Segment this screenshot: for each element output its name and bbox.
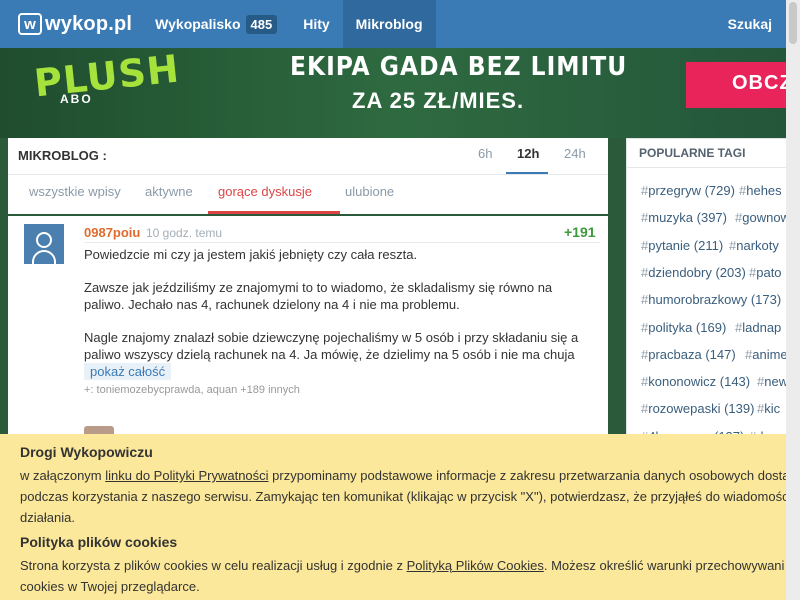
tag-label: muzyka (397) (648, 210, 727, 226)
tag-label: ladnap (742, 319, 782, 335)
tag-label: new (764, 374, 789, 390)
avatar-body-shape (32, 250, 56, 264)
logo-text: wykop.pl (45, 12, 133, 35)
nav-hity-label: Hity (303, 16, 330, 32)
popular-tags-panel: POPULARNE TAGI #przegryw (729) #hehes #muz… (626, 138, 800, 498)
header-divider (8, 174, 608, 175)
vote-count-button[interactable]: +191 (564, 224, 596, 240)
tag-label: anime (752, 346, 788, 362)
tag-label: pato (756, 264, 782, 280)
cookies-heading: Polityka plików cookies (20, 534, 178, 550)
nav-wykopalisko-label: Wykopalisko (155, 16, 241, 32)
banner-brand-sub: ABO (60, 92, 93, 106)
nav-wykopalisko[interactable]: Wykopalisko 485 (142, 0, 290, 48)
post-header-divider (84, 242, 600, 243)
privacy-text-after: przypominamy podstawowe informacje z zak… (268, 468, 790, 483)
nav-hity[interactable]: Hity (290, 0, 342, 48)
tag-label: pytanie (211) (648, 237, 724, 253)
tag-link[interactable]: #gownow (735, 210, 790, 225)
cookies-policy-link[interactable]: Polityką Plików Cookies (407, 558, 544, 573)
tag-label: gownow (742, 210, 790, 226)
post-body: Powiedzcie mi czy ja jestem jakiś jebnię… (84, 246, 584, 363)
privacy-text-line2: podczas korzystania z naszego serwisu. Z… (20, 489, 789, 504)
tag-link[interactable]: #narkoty (729, 238, 779, 253)
post-paragraph: Nagle znajomy znalazł sobie dziewczynę p… (84, 330, 579, 362)
nav-mikroblog[interactable]: Mikroblog (342, 0, 436, 48)
tab-ulubione[interactable]: ulubione (345, 184, 394, 199)
search-label: Szukaj (727, 16, 772, 32)
avatar-head-shape (36, 232, 52, 248)
privacy-policy-link[interactable]: linku do Polityki Prywatności (105, 468, 268, 483)
tag-link[interactable]: #hehes (739, 183, 782, 198)
page-scrollbar[interactable] (786, 0, 800, 600)
tag-label: kononowicz (143) (648, 374, 751, 390)
tag-link[interactable]: #przegryw (729) (641, 183, 735, 198)
tag-label: hehes (746, 183, 782, 198)
post-author[interactable]: 0987poiu (84, 225, 140, 240)
post-paragraph: Zawsze jak jeździliśmy ze znajomymi to t… (84, 280, 553, 312)
banner-cta-button[interactable]: OBCZA (686, 62, 800, 108)
wykopalisko-count-badge: 485 (245, 14, 278, 34)
tab-active-indicator (208, 211, 340, 214)
popular-tags-divider (627, 167, 800, 168)
privacy-text-line3: działania. (20, 510, 75, 525)
banner-headline: EKIPA GADA BEZ LIMITU (290, 52, 628, 82)
tag-label: rozowepaski (139) (648, 401, 755, 417)
avatar[interactable] (24, 224, 64, 264)
tag-link[interactable]: #pato (749, 265, 782, 280)
tag-link[interactable]: #muzyka (397) (641, 210, 727, 225)
cookies-text-after: . Możesz określić warunki przechowywani (543, 558, 785, 573)
time-tab-6h[interactable]: 6h (478, 146, 492, 161)
post-timestamp: 10 godz. temu (146, 226, 223, 240)
tag-link[interactable]: #ladnap (735, 320, 781, 335)
tag-link[interactable]: #new (757, 374, 788, 389)
logo-mark-icon: w (18, 13, 42, 35)
time-tab-12h[interactable]: 12h (517, 146, 539, 161)
tag-label: narkoty (736, 237, 779, 253)
site-logo[interactable]: w wykop.pl (0, 0, 142, 48)
tag-link[interactable]: #anime (745, 347, 788, 362)
tag-label: humorobrazkowy (173) (648, 292, 782, 308)
mikroblog-title: MIKROBLOG : (18, 148, 107, 163)
top-navigation: w wykop.pl Wykopalisko 485 Hity Mikroblo… (0, 0, 800, 48)
tag-link[interactable]: #pracbaza (147) (641, 347, 736, 362)
tab-aktywne[interactable]: aktywne (145, 184, 193, 199)
tag-link[interactable]: #polityka (169) (641, 320, 726, 335)
tag-label: kic (764, 401, 781, 417)
tab-wszystkie-wpisy[interactable]: wszystkie wpisy (29, 184, 121, 199)
tag-link[interactable]: #pytanie (211) (641, 238, 723, 253)
privacy-text-line1: w załączonym linku do Polityki Prywatnoś… (20, 468, 790, 483)
tag-link[interactable]: #kic (757, 401, 780, 416)
time-tab-24h[interactable]: 24h (564, 146, 586, 161)
cookie-notice: Drogi Wykopowiczu w załączonym linku do … (0, 434, 800, 600)
privacy-text-before: w załączonym (20, 468, 106, 483)
tag-link[interactable]: #rozowepaski (139) (641, 401, 754, 416)
tag-link[interactable]: #kononowicz (143) (641, 374, 750, 389)
banner-brand-logo: PLUSH (32, 48, 182, 106)
microblog-entry: 0987poiu 10 godz. temu +191 Powiedzcie m… (8, 216, 608, 436)
nav-mikroblog-label: Mikroblog (355, 16, 423, 32)
tab-goroce-dyskusje[interactable]: gorące dyskusje (218, 184, 312, 199)
cookies-text-line1: Strona korzysta z plików cookies w celu … (20, 558, 784, 573)
popular-tags-title: POPULARNE TAGI (639, 146, 746, 160)
tag-label: pracbaza (147) (648, 346, 736, 362)
privacy-heading: Drogi Wykopowiczu (20, 444, 153, 460)
tag-label: dziendobry (203) (648, 264, 746, 280)
show-more-button[interactable]: pokaż całość (84, 363, 172, 380)
cookies-text-before: Strona korzysta z plików cookies w celu … (20, 558, 407, 573)
plussers-list[interactable]: +: toniemozebycprawda, aquan +189 innych (84, 384, 300, 396)
advertisement-banner[interactable]: PLUSH ABO EKIPA GADA BEZ LIMITU ZA 25 ZŁ… (0, 48, 800, 138)
tag-link[interactable]: #humorobrazkowy (173) (641, 292, 781, 307)
scrollbar-thumb[interactable] (789, 2, 797, 44)
tag-link[interactable]: #dziendobry (203) (641, 265, 746, 280)
tag-label: polityka (169) (648, 319, 727, 335)
post-paragraph: Powiedzcie mi czy ja jestem jakiś jebnię… (84, 247, 418, 262)
tag-label: przegryw (729) (648, 183, 735, 198)
banner-price: ZA 25 ZŁ/MIES. (352, 88, 525, 113)
mikroblog-header: MIKROBLOG : 6h 12h 24h wszystkie wpisy a… (8, 138, 608, 214)
cookies-text-line2: cookies w Twojej przeglądarce. (20, 579, 200, 594)
